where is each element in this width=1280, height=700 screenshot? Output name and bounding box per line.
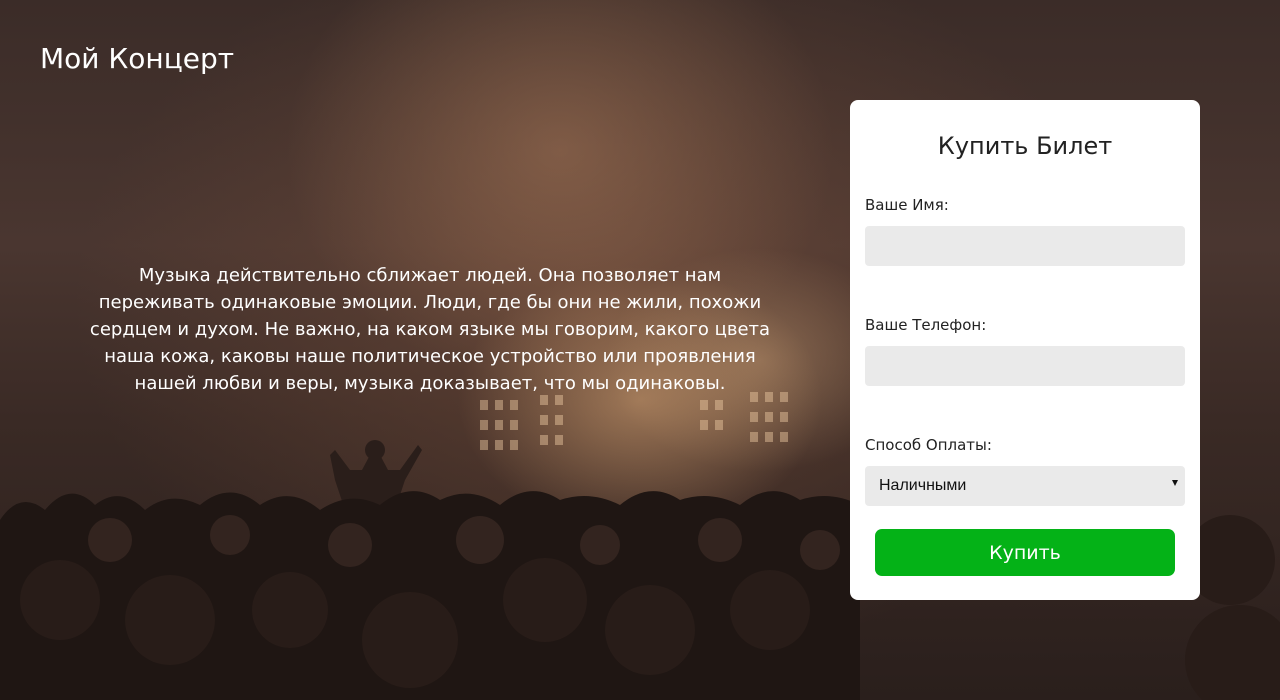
buy-button[interactable]: Купить bbox=[875, 529, 1175, 576]
hero-description: Музыка действительно сближает людей. Она… bbox=[89, 265, 771, 394]
payment-method-select[interactable]: Наличными bbox=[865, 466, 1185, 506]
site-title: Мой Концерт bbox=[40, 42, 235, 75]
phone-input[interactable] bbox=[865, 346, 1185, 386]
name-field-label: Ваше Имя: bbox=[865, 196, 949, 214]
ticket-form-card: Купить Билет Ваше Имя: Ваше Телефон: Спо… bbox=[850, 100, 1200, 600]
phone-field-label: Ваше Телефон: bbox=[865, 316, 987, 334]
payment-method-selected-value: Наличными bbox=[879, 477, 967, 494]
chevron-down-icon bbox=[1172, 480, 1178, 486]
ticket-form-title: Купить Билет bbox=[937, 132, 1113, 160]
name-input[interactable] bbox=[865, 226, 1185, 266]
payment-method-label: Способ Оплаты: bbox=[865, 436, 992, 454]
